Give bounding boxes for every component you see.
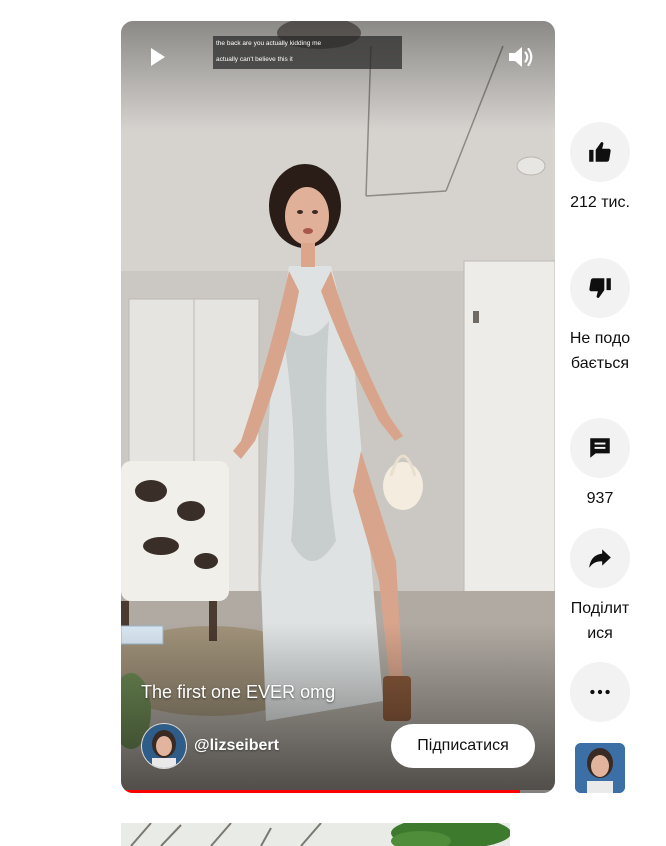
more-action: [568, 662, 632, 722]
channel-handle[interactable]: @lizseibert: [194, 737, 279, 755]
volume-icon: [509, 47, 533, 67]
dislike-label: Не подобається: [569, 330, 631, 372]
sound-thumbnail-image: [575, 743, 625, 793]
thumbs-down-icon: [589, 278, 611, 298]
like-button[interactable]: [570, 122, 630, 182]
sound-thumbnail[interactable]: [575, 743, 625, 793]
like-action: 212 тис.: [568, 122, 632, 215]
avatar-image: [142, 724, 186, 768]
video-title[interactable]: The first one EVER omg: [141, 682, 335, 703]
comments-button[interactable]: [570, 418, 630, 478]
play-icon: [151, 48, 165, 66]
shorts-video-player[interactable]: the back are you actually kidding me act…: [121, 21, 555, 793]
comments-action: 937: [568, 418, 632, 511]
comment-icon: [590, 438, 610, 458]
dislike-action: Не подобається: [568, 258, 632, 376]
share-button[interactable]: [570, 528, 630, 588]
like-count: 212 тис.: [570, 194, 630, 211]
more-button[interactable]: [570, 662, 630, 722]
dislike-button[interactable]: [570, 258, 630, 318]
channel-row: @lizseibert Підписатися: [141, 723, 535, 769]
subscribe-button[interactable]: Підписатися: [391, 724, 535, 768]
share-icon: [589, 549, 611, 568]
progress-bar-fill: [121, 790, 521, 793]
caption-line: actually can't believe this it: [216, 56, 293, 63]
comment-count: 937: [586, 490, 614, 507]
progress-bar[interactable]: [121, 790, 555, 793]
share-label: Поділитися: [570, 600, 630, 642]
volume-button[interactable]: [505, 42, 535, 72]
more-icon: [590, 689, 610, 695]
next-short-preview[interactable]: [121, 823, 510, 846]
share-action: Поділитися: [568, 528, 632, 646]
closed-captions: the back are you actually kidding me act…: [213, 36, 402, 69]
channel-avatar[interactable]: [141, 723, 187, 769]
next-short-thumbnail: [121, 823, 510, 846]
play-button[interactable]: [143, 43, 171, 71]
caption-line: the back are you actually kidding me: [216, 40, 322, 47]
thumbs-up-icon: [589, 142, 611, 162]
